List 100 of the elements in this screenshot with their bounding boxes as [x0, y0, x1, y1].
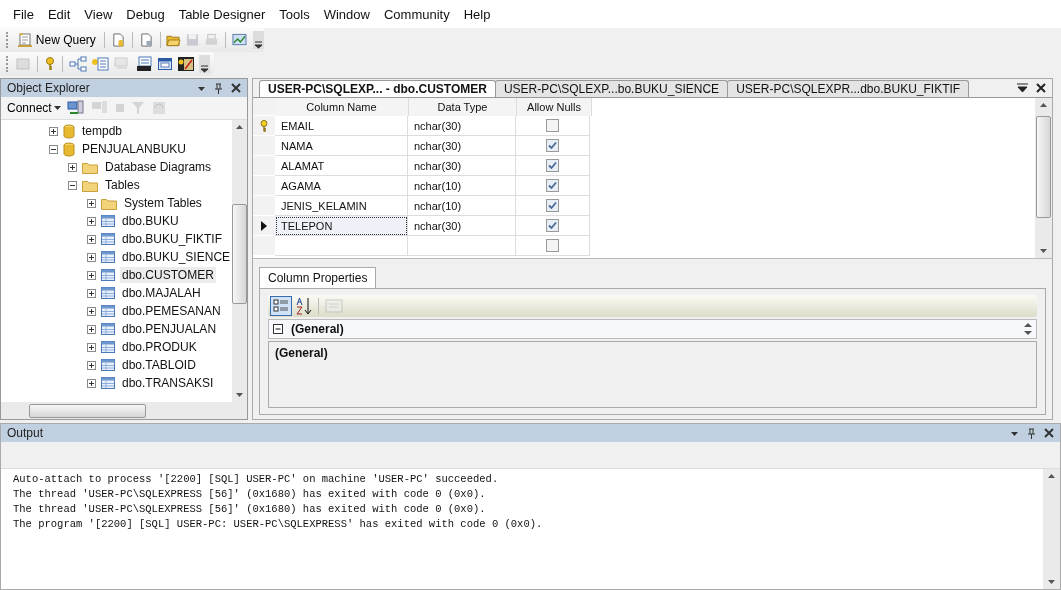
overflow-icon[interactable] [199, 55, 210, 73]
expand-icon[interactable] [87, 234, 96, 244]
expand-icon[interactable] [87, 306, 96, 316]
expand-icon[interactable] [68, 162, 77, 172]
column-name-cell[interactable]: TELEPON [275, 216, 408, 236]
scroll-down-icon[interactable] [236, 393, 244, 397]
tree-item[interactable]: tempdb [80, 123, 125, 139]
tree-item[interactable]: Tables [103, 177, 142, 193]
row-header[interactable] [253, 216, 275, 236]
column-header[interactable]: Allow Nulls [517, 98, 592, 116]
tree-item[interactable]: Database Diagrams [103, 159, 214, 175]
column-name-cell[interactable] [275, 236, 408, 256]
tree-item[interactable]: dbo.CUSTOMER [120, 267, 216, 283]
expand-icon[interactable] [87, 270, 96, 280]
tree-item[interactable]: dbo.MAJALAH [120, 285, 203, 301]
menu-item[interactable]: File [6, 6, 41, 22]
tree-item[interactable]: dbo.PEMESANAN [120, 303, 223, 319]
menu-item[interactable]: Help [456, 6, 498, 22]
menu-item[interactable]: Tools [272, 6, 317, 22]
scroll-down-icon[interactable] [1040, 249, 1047, 253]
tree-item[interactable]: PENJUALANBUKU [80, 141, 189, 157]
tree-item[interactable]: dbo.TABLOID [120, 357, 198, 373]
property-category[interactable]: (General) [268, 319, 1037, 339]
categorized-icon[interactable] [270, 296, 292, 316]
data-type-cell[interactable]: nchar(10) [408, 176, 516, 196]
expand-icon[interactable] [49, 126, 58, 136]
column-header[interactable]: Data Type [409, 98, 517, 116]
allow-nulls-checkbox[interactable] [546, 179, 559, 192]
allow-nulls-checkbox[interactable] [546, 199, 559, 212]
expand-icon[interactable] [87, 342, 96, 352]
menu-item[interactable]: Edit [40, 6, 78, 22]
expand-icon[interactable] [87, 324, 96, 334]
connect-button[interactable]: Connect [7, 101, 61, 115]
document-tab[interactable]: USER-PC\SQLEXP... - dbo.CUSTOMER [259, 80, 496, 97]
expand-icon[interactable] [87, 198, 96, 208]
properties-tab[interactable]: Column Properties [259, 267, 377, 288]
column-name-cell[interactable]: AGAMA [275, 176, 408, 196]
relationship-icon[interactable] [69, 56, 87, 72]
folder-icon [82, 160, 98, 174]
scrollbar[interactable] [232, 120, 247, 402]
index-icon[interactable] [91, 56, 109, 72]
allow-nulls-checkbox[interactable] [546, 239, 559, 252]
data-type-cell[interactable]: nchar(30) [408, 216, 516, 236]
window-icon[interactable] [157, 56, 173, 72]
data-type-cell[interactable]: nchar(30) [408, 116, 516, 136]
document-icon[interactable] [138, 32, 154, 48]
scrollbar[interactable] [1, 402, 247, 419]
menu-item[interactable]: Community [376, 6, 457, 22]
tree-item[interactable]: System Tables [122, 195, 204, 211]
data-type-cell[interactable] [408, 236, 516, 256]
allow-nulls-checkbox[interactable] [546, 139, 559, 152]
tree-item[interactable]: dbo.TRANSAKSI [120, 375, 216, 391]
column-header[interactable]: Column Name [275, 98, 409, 116]
tree-item[interactable]: dbo.PRODUK [120, 339, 199, 355]
pin-icon[interactable] [214, 82, 223, 94]
expand-icon[interactable] [87, 378, 96, 388]
data-type-cell[interactable]: nchar(10) [408, 196, 516, 216]
allow-nulls-checkbox[interactable] [546, 159, 559, 172]
menu-item[interactable]: Window [316, 6, 377, 22]
tab-list-icon[interactable] [1017, 83, 1028, 93]
sort-alphabetical-icon[interactable] [295, 296, 313, 316]
close-icon[interactable] [1044, 428, 1054, 438]
document-tab[interactable]: USER-PC\SQLEXP...bo.BUKU_SIENCE [494, 80, 729, 97]
data-type-cell[interactable]: nchar(30) [408, 136, 516, 156]
expand-icon[interactable] [87, 252, 96, 262]
allow-nulls-checkbox[interactable] [546, 219, 559, 232]
document-tab[interactable]: USER-PC\SQLEXPR...dbo.BUKU_FIKTIF [727, 80, 970, 97]
key-icon[interactable] [44, 56, 56, 72]
tree-item[interactable]: dbo.BUKU_SIENCE [120, 249, 233, 265]
collapse-icon[interactable] [273, 324, 283, 334]
scroll-up-icon[interactable] [236, 125, 244, 129]
collapse-icon[interactable] [49, 144, 58, 154]
tree-item[interactable]: dbo.BUKU [120, 213, 181, 229]
scrollbar[interactable] [1043, 469, 1060, 589]
menu-item[interactable]: Table Designer [171, 6, 273, 22]
overflow-icon[interactable] [253, 31, 264, 49]
expand-icon[interactable] [87, 288, 96, 298]
close-icon[interactable] [1036, 83, 1046, 93]
document-icon[interactable] [110, 32, 126, 48]
scrollbar[interactable] [1035, 98, 1052, 258]
data-type-cell[interactable]: nchar(30) [408, 156, 516, 176]
close-icon[interactable] [231, 83, 241, 93]
scroll-arrows-icon[interactable] [1024, 322, 1032, 336]
menu-item[interactable]: View [77, 6, 120, 22]
expand-icon[interactable] [87, 360, 96, 370]
scroll-up-icon[interactable] [1048, 474, 1055, 478]
tree-item[interactable]: dbo.PENJUALAN [120, 321, 219, 337]
pin-icon[interactable] [1027, 427, 1036, 439]
chart-icon[interactable] [232, 32, 249, 48]
scroll-down-icon[interactable] [1048, 580, 1055, 584]
column-name-cell[interactable]: NAMA [275, 136, 408, 156]
column-name-cell[interactable]: EMAIL [275, 116, 408, 136]
collapse-icon[interactable] [68, 180, 77, 190]
scroll-up-icon[interactable] [1040, 103, 1047, 107]
connect-server-icon[interactable] [66, 100, 85, 116]
tree-item[interactable]: dbo.BUKU_FIKTIF [120, 231, 225, 247]
menu-item[interactable]: Debug [119, 6, 172, 22]
allow-nulls-checkbox[interactable] [546, 119, 559, 132]
expand-icon[interactable] [87, 216, 96, 226]
column-name-cell[interactable]: ALAMAT [275, 156, 408, 176]
